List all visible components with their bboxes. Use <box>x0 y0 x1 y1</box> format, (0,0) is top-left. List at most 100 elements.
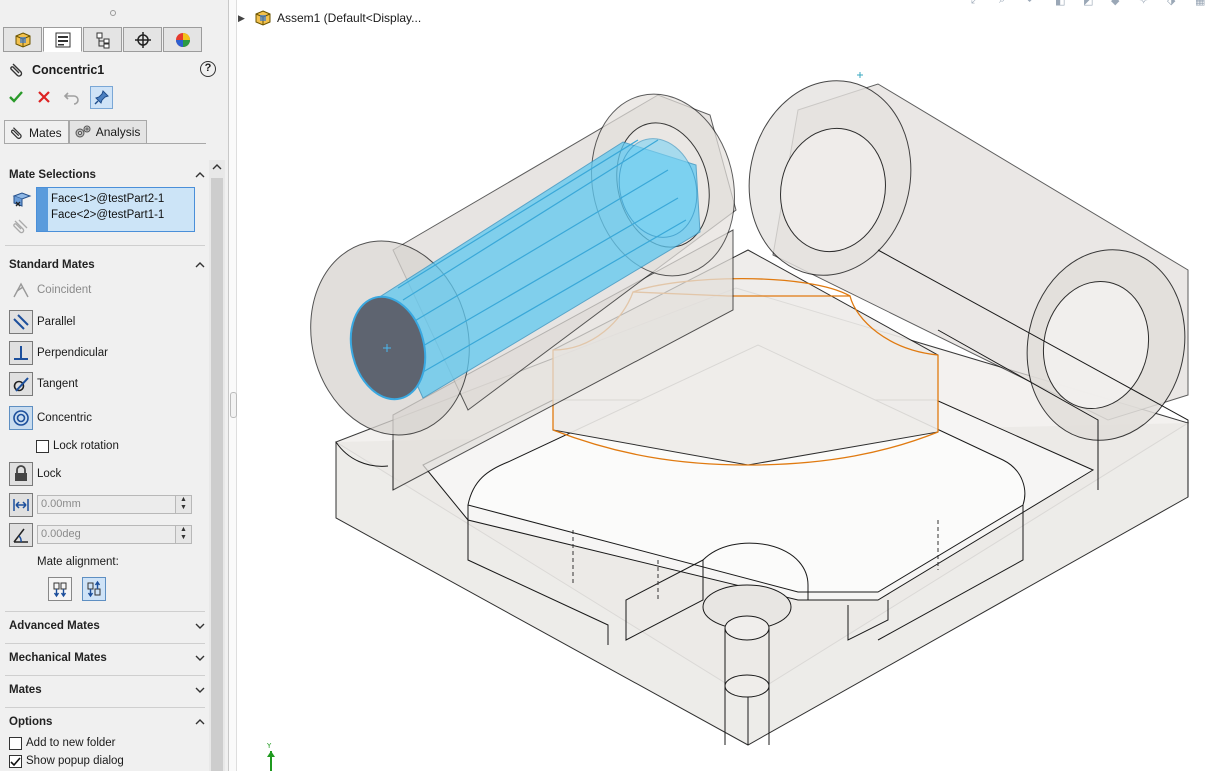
triad-y-axis-icon: Y <box>266 742 275 771</box>
section-view-icon[interactable]: ◧ <box>1055 0 1070 7</box>
angle-stepper[interactable]: ▲ ▼ <box>175 526 191 543</box>
undo-button[interactable] <box>62 87 82 107</box>
angle-value: 0.00deg <box>41 528 81 540</box>
assembly-model-view[interactable] <box>238 0 1218 771</box>
parallel-icon <box>9 310 33 334</box>
scrollbar-thumb[interactable] <box>211 178 223 771</box>
keep-visible-pin-button[interactable] <box>90 85 113 109</box>
assembly-name: Assem1 (Default<Display... <box>277 11 422 25</box>
mate-coincident[interactable]: Coincident <box>9 278 91 302</box>
mate-concentric-label: Concentric <box>37 412 92 424</box>
add-to-new-folder-checkbox[interactable]: Add to new folder <box>9 735 116 751</box>
group-mates-label: Mates <box>9 684 42 696</box>
zoom-area-icon[interactable]: ⌕ <box>999 0 1014 6</box>
group-divider <box>5 611 205 612</box>
group-mechanical-mates[interactable]: Mechanical Mates <box>9 649 205 667</box>
list-item[interactable]: Face<2>@testPart1-1 <box>51 207 164 223</box>
cancel-button[interactable] <box>34 87 54 107</box>
show-popup-dialog-label: Show popup dialog <box>26 755 124 767</box>
heads-up-view-toolbar: ⤢ ⌕ ↶ ◧ ◩ ◆ ✧ ⬗ ▦ <box>971 0 1210 8</box>
group-advanced-mates[interactable]: Advanced Mates <box>9 617 205 635</box>
scene-icon[interactable]: ▦ <box>1195 0 1210 7</box>
tab-analysis[interactable]: Analysis <box>68 120 148 144</box>
splitter-handle[interactable] <box>230 392 237 418</box>
perpendicular-icon <box>9 341 33 365</box>
group-mate-selections[interactable]: Mate Selections <box>9 166 205 184</box>
panel-splitter[interactable] <box>229 0 237 771</box>
propertymanager-icon <box>55 32 70 47</box>
group-divider <box>5 675 205 676</box>
distance-field[interactable]: 0.00mm ▲ ▼ <box>37 495 192 514</box>
featuremanager-icon <box>15 31 30 48</box>
appearance-icon[interactable]: ⬗ <box>1167 0 1182 7</box>
tab-dimxpertmanager[interactable] <box>123 27 162 52</box>
add-to-new-folder-label: Add to new folder <box>26 737 116 749</box>
panel-scrollbar[interactable] <box>209 160 225 771</box>
pushpin-icon <box>94 90 109 105</box>
aligned-icon <box>53 582 67 598</box>
tab-displaymanager[interactable] <box>163 27 202 52</box>
group-mates[interactable]: Mates <box>9 681 205 699</box>
graphics-area[interactable]: ▶ Assem1 (Default<Display... ⤢ ⌕ ↶ ◧ ◩ ◆… <box>238 0 1218 771</box>
chevron-down-icon <box>195 623 205 629</box>
checkbox-box[interactable] <box>9 736 22 750</box>
previous-view-icon[interactable]: ↶ <box>1027 0 1042 7</box>
selection-color-stripe <box>37 188 48 231</box>
checkbox-box-checked[interactable] <box>9 754 22 768</box>
hide-show-icon[interactable]: ✧ <box>1139 0 1154 7</box>
mate-perpendicular[interactable]: Perpendicular <box>9 341 108 365</box>
subtab-divider <box>4 143 206 144</box>
chevron-up-icon <box>195 262 205 268</box>
anti-aligned-button[interactable] <box>82 577 106 601</box>
expand-caret-icon[interactable]: ▶ <box>238 13 248 24</box>
mate-concentric[interactable]: Concentric <box>9 406 92 430</box>
group-advanced-mates-label: Advanced Mates <box>9 620 100 632</box>
tab-propertymanager[interactable] <box>43 27 82 52</box>
property-manager-actions <box>6 85 113 109</box>
mate-tangent-label: Tangent <box>37 378 78 390</box>
mate-coincident-label: Coincident <box>37 284 92 296</box>
lock-icon <box>9 462 33 486</box>
help-icon[interactable]: ? <box>200 61 216 77</box>
mate-tangent[interactable]: Tangent <box>9 372 78 396</box>
tangent-icon <box>9 372 33 396</box>
distance-icon[interactable] <box>9 493 33 517</box>
tab-configurationmanager[interactable] <box>83 27 122 52</box>
view-orientation-icon[interactable]: ◩ <box>1083 0 1098 7</box>
assembly-tree-root[interactable]: ▶ Assem1 (Default<Display... <box>238 8 421 28</box>
ok-button[interactable] <box>6 87 26 107</box>
mate-selections-list[interactable]: Face<1>@testPart2-1 Face<2>@testPart1-1 <box>36 187 195 232</box>
tab-featuremanager[interactable] <box>3 27 42 52</box>
property-manager-header: Concentric1 ? <box>8 60 218 80</box>
angle-field[interactable]: 0.00deg ▲ ▼ <box>37 525 192 544</box>
distance-stepper[interactable]: ▲ ▼ <box>175 496 191 513</box>
group-standard-mates[interactable]: Standard Mates <box>9 256 205 274</box>
multiple-mate-icon <box>13 219 28 234</box>
group-mechanical-mates-label: Mechanical Mates <box>9 652 107 664</box>
angle-icon[interactable] <box>9 523 33 547</box>
lock-rotation-checkbox[interactable]: Lock rotation <box>36 438 119 454</box>
group-options[interactable]: Options <box>9 713 205 731</box>
panel-grip[interactable] <box>0 0 229 26</box>
display-style-icon[interactable]: ◆ <box>1111 0 1126 7</box>
zoom-to-fit-icon[interactable]: ⤢ <box>971 0 986 6</box>
concentric-icon <box>9 406 33 430</box>
tab-analysis-label: Analysis <box>95 125 141 139</box>
close-icon <box>38 91 50 103</box>
grip-dot-icon <box>110 10 116 16</box>
reference-triad: Y <box>264 740 278 771</box>
group-divider <box>5 643 205 644</box>
tab-mates[interactable]: Mates <box>4 120 69 144</box>
property-manager-panel: Concentric1 ? Mates Analysis Mate Select… <box>0 0 229 771</box>
configurationmanager-icon <box>96 32 109 48</box>
list-item[interactable]: Face<1>@testPart2-1 <box>51 191 164 207</box>
mate-parallel[interactable]: Parallel <box>9 310 75 334</box>
checkbox-box[interactable] <box>36 439 49 453</box>
scroll-up-icon[interactable] <box>212 162 222 172</box>
tab-mates-label: Mates <box>29 125 62 140</box>
chevron-up-icon <box>195 172 205 178</box>
mate-lock[interactable]: Lock <box>9 462 61 486</box>
chevron-up-icon <box>195 719 205 725</box>
aligned-button[interactable] <box>48 577 72 601</box>
show-popup-dialog-checkbox[interactable]: Show popup dialog <box>9 753 124 769</box>
